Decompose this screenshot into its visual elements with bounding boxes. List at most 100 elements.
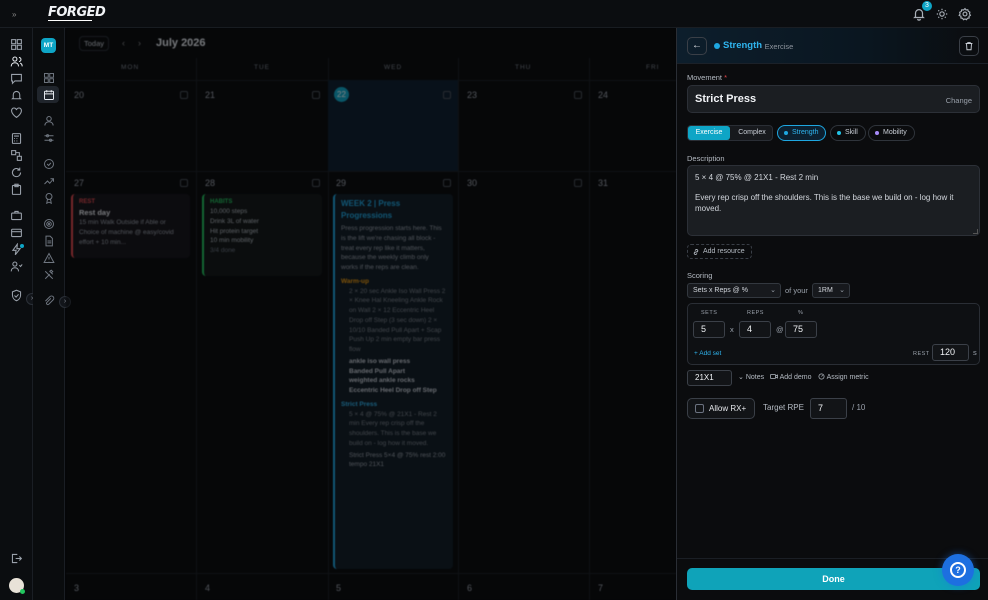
scoring-type-select[interactable]: Sets x Reps @ % ⌄ xyxy=(687,283,781,298)
profile-icon[interactable] xyxy=(43,115,55,127)
strict-press-body: 5 × 4 @ 75% @ 21X1 - Rest 2 min Every re… xyxy=(349,410,437,447)
briefcase-icon[interactable] xyxy=(10,209,23,222)
team-icon[interactable] xyxy=(10,260,23,273)
target-icon[interactable] xyxy=(43,218,55,230)
app-logo[interactable]: FORGED xyxy=(48,5,106,20)
add-demo-button[interactable]: Add demo xyxy=(770,373,811,381)
integrations-icon[interactable] xyxy=(10,149,23,162)
calendar-icon[interactable] xyxy=(43,89,55,101)
assign-metric-button[interactable]: Assign metric xyxy=(818,373,869,381)
sun-icon[interactable] xyxy=(935,7,949,21)
date-number: 20 xyxy=(74,90,85,100)
panel-header: ← Strength · Exercise xyxy=(677,28,988,64)
grid-divider xyxy=(196,58,197,600)
date-number: 5 xyxy=(336,583,342,593)
workout-card[interactable]: WEEK 2 | Press Progressions Press progre… xyxy=(333,194,453,569)
warmup-item: ankle iso wall press xyxy=(349,357,411,365)
rest-label: REST xyxy=(913,351,930,357)
skill-dot xyxy=(837,131,841,135)
movement-selector[interactable]: Strict Press Change xyxy=(687,85,980,113)
prev-month-chevron-icon[interactable]: ‹ xyxy=(122,38,125,48)
trending-up-icon[interactable] xyxy=(43,175,55,187)
logout-icon[interactable] xyxy=(10,552,23,565)
at-symbol: @ xyxy=(776,325,784,334)
allow-rx-checkbox[interactable] xyxy=(695,404,704,413)
tab-complex[interactable]: Complex xyxy=(731,126,773,140)
category-pill-mobility[interactable]: Mobility xyxy=(868,125,915,141)
next-month-chevron-icon[interactable]: › xyxy=(138,38,141,48)
date-number: 7 xyxy=(598,583,604,593)
allow-rx-label: Allow RX+ xyxy=(709,404,747,413)
add-set-button[interactable]: + Add set xyxy=(694,350,721,357)
reps-input[interactable]: 4 xyxy=(739,321,771,338)
clipboard-icon[interactable] xyxy=(10,183,23,196)
habit-item: Hit protein target xyxy=(210,227,259,235)
delete-button[interactable] xyxy=(959,36,979,56)
day-select-checkbox[interactable] xyxy=(574,179,582,187)
notifications-bell-icon[interactable] xyxy=(10,89,23,102)
calculator-icon[interactable] xyxy=(10,132,23,145)
today-button[interactable]: Today xyxy=(79,36,109,51)
rest-day-card[interactable]: REST Rest day 15 min Walk Outside if Abl… xyxy=(71,194,190,258)
add-resource-button[interactable]: Add resource xyxy=(687,244,752,259)
video-icon xyxy=(770,374,778,379)
back-button[interactable]: ← xyxy=(687,37,707,55)
collapse-sidebar-icon[interactable]: » xyxy=(12,10,16,19)
check-circle-icon[interactable] xyxy=(43,158,55,170)
done-button[interactable]: Done xyxy=(687,568,980,590)
strength-dot xyxy=(784,131,788,135)
day-select-checkbox[interactable] xyxy=(574,91,582,99)
dashboard-grid-icon[interactable] xyxy=(10,38,23,51)
scoring-label: Scoring xyxy=(687,271,713,280)
client-avatar[interactable]: MT xyxy=(41,38,56,53)
sets-card: SETS REPS % 5 x 4 @ 75 + Add set REST 12… xyxy=(687,303,980,365)
rest-input[interactable]: 120 xyxy=(932,344,969,361)
settings-gear-icon[interactable] xyxy=(958,7,972,21)
credit-card-icon[interactable] xyxy=(10,226,23,239)
description-line: 5 × 4 @ 75% @ 21X1 - Rest 2 min xyxy=(695,173,819,182)
day-select-checkbox[interactable] xyxy=(312,179,320,187)
description-textarea[interactable]: 5 × 4 @ 75% @ 21X1 - Rest 2 min Every re… xyxy=(687,165,980,236)
tempo-input[interactable]: 21X1 xyxy=(687,370,732,386)
target-rpe-input[interactable]: 7 xyxy=(810,398,847,419)
panel-footer: Done xyxy=(677,558,988,600)
percent-input[interactable]: 75 xyxy=(785,321,817,338)
tab-exercise[interactable]: Exercise xyxy=(688,126,730,140)
day-select-checkbox[interactable] xyxy=(312,91,320,99)
heart-pulse-icon[interactable] xyxy=(10,106,23,119)
sets-input[interactable]: 5 xyxy=(693,321,725,338)
clients-users-icon[interactable] xyxy=(10,55,23,68)
document-icon[interactable] xyxy=(43,235,55,247)
category-dot xyxy=(714,43,720,49)
day-select-checkbox[interactable] xyxy=(180,91,188,99)
shield-check-icon[interactable] xyxy=(10,289,23,302)
day-select-checkbox[interactable] xyxy=(180,179,188,187)
sliders-icon[interactable] xyxy=(43,132,55,144)
allow-rx-toggle[interactable]: Allow RX+ xyxy=(687,398,755,419)
category-pill-skill[interactable]: Skill xyxy=(830,125,866,141)
day-select-checkbox[interactable] xyxy=(443,91,451,99)
warmup-title: Warm-up xyxy=(341,277,369,285)
resize-handle[interactable] xyxy=(973,229,978,234)
workout-title: WEEK 2 | Press Progressions xyxy=(341,199,401,220)
refresh-icon[interactable] xyxy=(10,166,23,179)
change-movement-link[interactable]: Change xyxy=(946,96,972,105)
day-select-checkbox[interactable] xyxy=(443,179,451,187)
alert-triangle-icon[interactable] xyxy=(43,252,55,264)
help-button[interactable]: ? xyxy=(942,554,974,586)
warmup-body: 2 × 20 sec Ankle Iso Wall Press 2 × Knee… xyxy=(349,287,446,354)
reference-select[interactable]: 1RM ⌄ xyxy=(812,283,850,298)
day-header: MON xyxy=(121,64,140,71)
card-tag: REST xyxy=(79,199,96,205)
notes-toggle[interactable]: ⌄ Notes xyxy=(738,373,764,381)
panel-subtitle: · Exercise xyxy=(760,42,794,51)
habit-item: 10 min mobility xyxy=(210,237,254,245)
overview-grid-icon[interactable] xyxy=(43,72,55,84)
tools-icon[interactable] xyxy=(43,269,55,281)
habit-item: Drink 3L of water xyxy=(210,217,259,225)
messages-icon[interactable] xyxy=(10,72,23,85)
award-icon[interactable] xyxy=(43,192,55,204)
habits-card[interactable]: HABITS 10,000 steps Drink 3L of water Hi… xyxy=(202,194,322,276)
paperclip-icon[interactable] xyxy=(43,295,55,307)
category-pill-strength[interactable]: Strength xyxy=(777,125,827,141)
